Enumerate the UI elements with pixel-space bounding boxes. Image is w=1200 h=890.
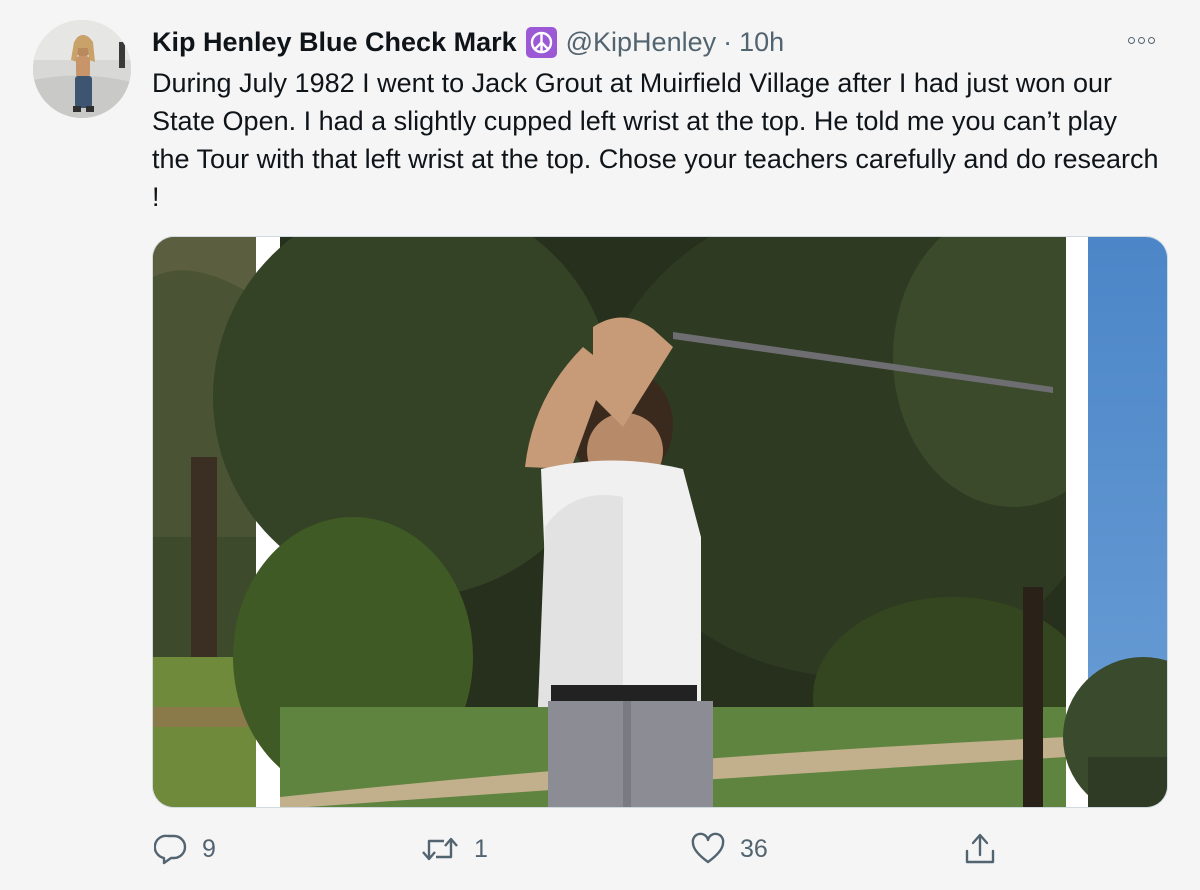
retweet-button[interactable]: 1 (420, 830, 488, 868)
timestamp[interactable]: 10h (739, 27, 784, 58)
avatar-photo (33, 20, 131, 118)
reply-count: 9 (202, 834, 216, 863)
heart-icon (691, 832, 725, 864)
peace-symbol-icon (525, 26, 557, 58)
user-handle[interactable]: @KipHenley (566, 27, 716, 58)
reply-button[interactable]: 9 (154, 830, 216, 868)
avatar[interactable] (33, 20, 131, 118)
tweet-card[interactable]: Kip Henley Blue Check Mark @KipHenley · … (0, 0, 1200, 890)
like-count: 36 (740, 834, 768, 863)
golf-swing-photo (153, 237, 1167, 807)
separator-dot: · (723, 26, 733, 57)
more-dot-icon (1138, 36, 1145, 44)
share-icon (965, 833, 995, 864)
retweet-icon (422, 837, 458, 861)
more-options-button[interactable] (1128, 30, 1168, 50)
share-button[interactable] (962, 830, 998, 868)
display-name[interactable]: Kip Henley Blue Check Mark (152, 27, 517, 58)
tweet-text: During July 1982 I went to Jack Grout at… (152, 68, 1159, 212)
more-dot-icon (1128, 36, 1135, 44)
tweet-media-image[interactable] (152, 236, 1168, 808)
like-button[interactable]: 36 (690, 830, 768, 868)
tweet-header: Kip Henley Blue Check Mark @KipHenley · … (152, 22, 784, 62)
reply-icon (154, 834, 187, 865)
retweet-count: 1 (474, 834, 488, 863)
more-dot-icon (1148, 36, 1155, 44)
